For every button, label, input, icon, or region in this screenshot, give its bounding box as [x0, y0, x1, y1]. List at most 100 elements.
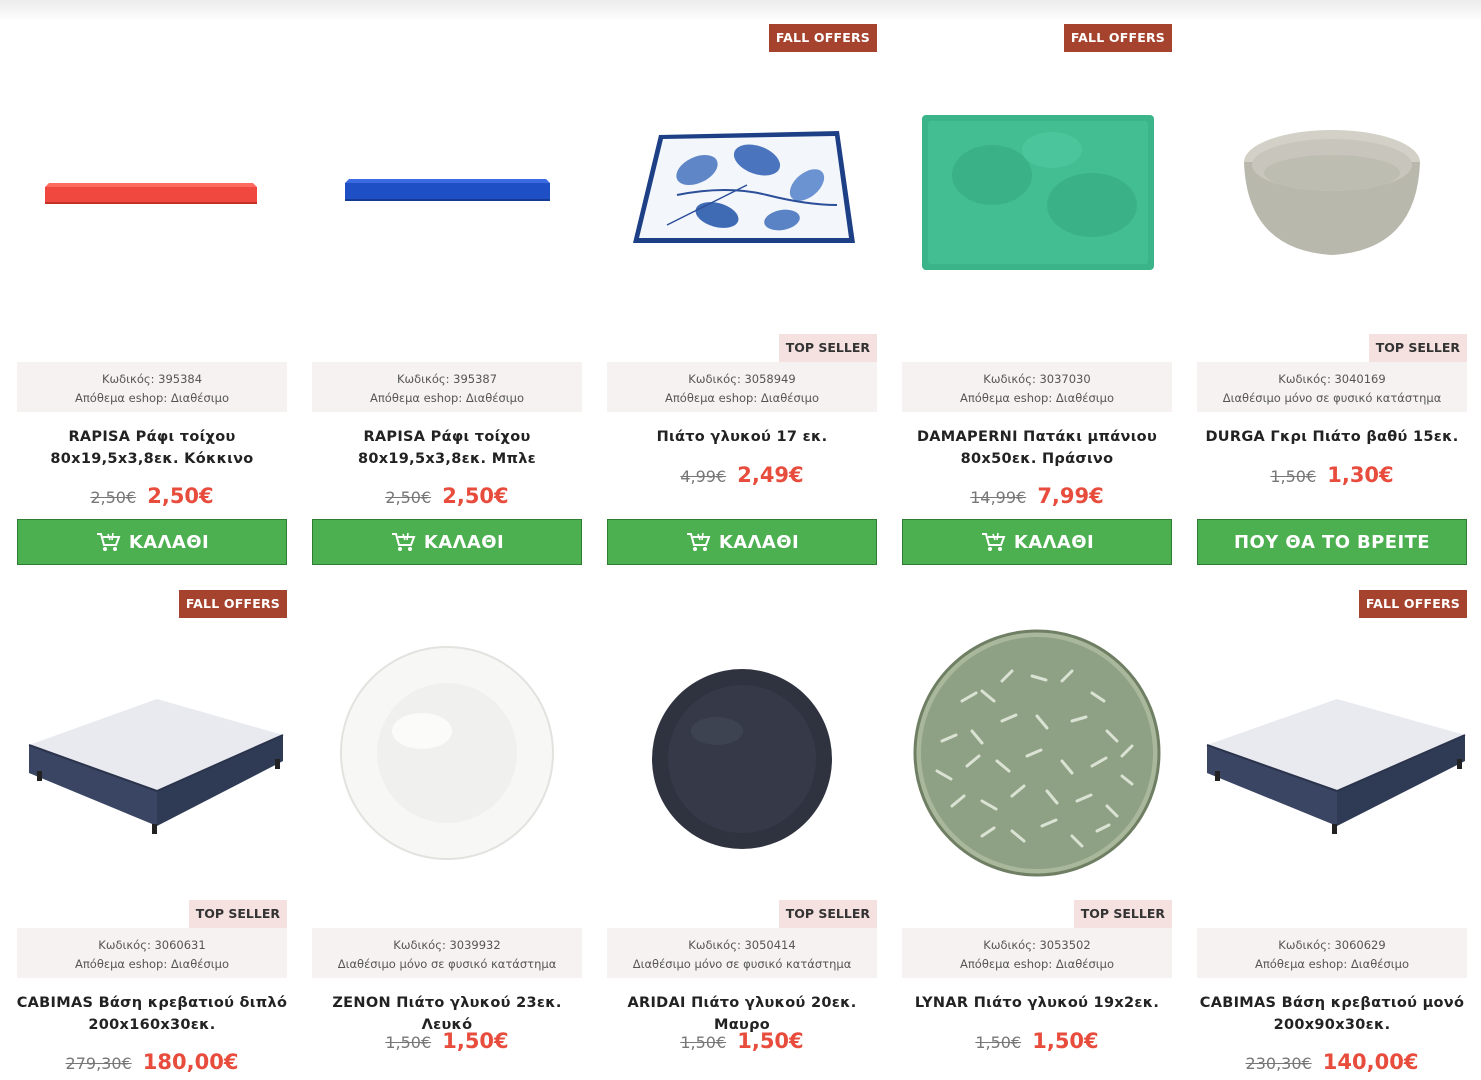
product-image-blue-shelf[interactable] — [312, 55, 582, 345]
product-image-blue-lemon-plate[interactable] — [607, 55, 877, 345]
product-image-green-bath-mat[interactable] — [902, 55, 1172, 345]
product-code: Κωδικός: 3050414 — [688, 938, 796, 952]
old-price: 1,50€ — [1270, 467, 1317, 486]
product-code: Κωδικός: 395384 — [101, 372, 203, 386]
new-price: 2,49€ — [737, 463, 804, 487]
product-image-black-plate[interactable] — [607, 621, 877, 911]
product-image-bed-base[interactable] — [17, 621, 287, 911]
old-price: 230,30€ — [1245, 1054, 1312, 1073]
product-info: Κωδικός: 3037030 Απόθεμα eshop: Διαθέσιμ… — [902, 362, 1172, 412]
stock-status: Απόθεμα eshop: Διαθέσιμο — [370, 391, 524, 405]
add-to-cart-button[interactable]: ΚΑΛΑΘΙ — [902, 519, 1172, 565]
new-price: 1,50€ — [737, 1029, 804, 1053]
product-title[interactable]: DAMAPERNI Πατάκι μπάνιου 80x50εκ. Πράσιν… — [896, 426, 1178, 470]
product-image-red-shelf[interactable] — [17, 55, 287, 345]
product-info: Κωδικός: 3060629 Απόθεμα eshop: Διαθέσιμ… — [1197, 928, 1467, 978]
product-title[interactable]: CABIMAS Βάση κρεβατιού μονό 200x90x30εκ. — [1191, 992, 1473, 1036]
product-title-line1[interactable]: LYNAR Πιάτο γλυκού 19x2εκ. — [896, 992, 1178, 1014]
product-title-line1[interactable]: RAPISA Ράφι τοίχου — [306, 426, 588, 448]
product-code: Κωδικός: 3058949 — [688, 372, 796, 386]
product-title[interactable]: RAPISA Ράφι τοίχου 80x19,5x3,8εκ. Κόκκιν… — [11, 426, 293, 470]
product-title[interactable]: LYNAR Πιάτο γλυκού 19x2εκ. — [896, 992, 1178, 1014]
product-title-line2[interactable]: 80x19,5x3,8εκ. Μπλε — [306, 448, 588, 470]
price-block: 2,50€ 2,50€ — [17, 484, 287, 508]
fall-offers-badge: FALL OFFERS — [1063, 24, 1172, 52]
stock-status: Διαθέσιμο μόνο σε φυσικό κατάστημα — [337, 957, 557, 971]
product-title[interactable]: Πιάτο γλυκού 17 εκ. — [601, 426, 883, 448]
product-title-line1[interactable]: Πιάτο γλυκού 17 εκ. — [601, 426, 883, 448]
product-code: Κωδικός: 3053502 — [983, 938, 1091, 952]
cart-icon — [685, 531, 711, 553]
product-image-green-leaf-plate[interactable] — [902, 621, 1172, 911]
price-block: 230,30€ 140,00€ — [1197, 1050, 1467, 1074]
product-grid: Κωδικός: 395384 Απόθεμα eshop: Διαθέσιμο… — [0, 0, 1481, 1080]
product-code: Κωδικός: 395387 — [396, 372, 498, 386]
old-price: 279,30€ — [65, 1054, 132, 1073]
add-to-cart-button[interactable]: ΚΑΛΑΘΙ — [17, 519, 287, 565]
product-title-line2[interactable]: 80x50εκ. Πράσινο — [896, 448, 1178, 470]
product-title-line1[interactable]: DURGA Γκρι Πιάτο βαθύ 15εκ. — [1191, 426, 1473, 448]
product-code: Κωδικός: 3037030 — [983, 372, 1091, 386]
product-image-white-plate[interactable] — [312, 621, 582, 911]
product-title-line2[interactable]: 200x90x30εκ. — [1191, 1014, 1473, 1036]
add-to-cart-label: ΚΑΛΑΘΙ — [423, 531, 505, 553]
product-info: Κωδικός: 395387 Απόθεμα eshop: Διαθέσιμο — [312, 362, 582, 412]
price-block: 1,50€ 1,50€ — [607, 1029, 877, 1053]
product-info: Κωδικός: 3040169 Διαθέσιμο μόνο σε φυσικ… — [1197, 362, 1467, 412]
top-seller-badge: TOP SELLER — [188, 900, 287, 928]
cart-icon — [980, 531, 1006, 553]
stock-status: Απόθεμα eshop: Διαθέσιμο — [665, 391, 819, 405]
top-seller-badge: TOP SELLER — [778, 334, 877, 362]
top-seller-badge: TOP SELLER — [1073, 900, 1172, 928]
price-block: 4,99€ 2,49€ — [607, 463, 877, 487]
product-image-bed-base[interactable] — [1197, 621, 1467, 911]
product-info: Κωδικός: 3050414 Διαθέσιμο μόνο σε φυσικ… — [607, 928, 877, 978]
new-price: 1,30€ — [1327, 463, 1394, 487]
find-in-store-button[interactable]: ΠΟΥ ΘΑ ΤΟ ΒΡΕΙΤΕ — [1197, 519, 1467, 565]
product-code: Κωδικός: 3060631 — [98, 938, 206, 952]
old-price: 14,99€ — [970, 488, 1027, 507]
product-title-line2[interactable]: 200x160x30εκ. — [11, 1014, 293, 1036]
product-image-grey-bowl[interactable] — [1197, 55, 1467, 345]
price-block: 1,50€ 1,50€ — [312, 1029, 582, 1053]
product-title-line1[interactable]: CABIMAS Βάση κρεβατιού διπλό — [11, 992, 293, 1014]
product-code: Κωδικός: 3040169 — [1278, 372, 1386, 386]
new-price: 140,00€ — [1322, 1050, 1419, 1074]
add-to-cart-label: ΚΑΛΑΘΙ — [718, 531, 800, 553]
product-info: Κωδικός: 3039932 Διαθέσιμο μόνο σε φυσικ… — [312, 928, 582, 978]
product-code: Κωδικός: 3060629 — [1278, 938, 1386, 952]
product-title-line1[interactable]: CABIMAS Βάση κρεβατιού μονό — [1191, 992, 1473, 1014]
stock-status: Απόθεμα eshop: Διαθέσιμο — [75, 391, 229, 405]
new-price: 1,50€ — [442, 1029, 509, 1053]
fall-offers-badge: FALL OFFERS — [178, 590, 287, 618]
product-title-line2[interactable]: 80x19,5x3,8εκ. Κόκκινο — [11, 448, 293, 470]
product-title-line1[interactable]: RAPISA Ράφι τοίχου — [11, 426, 293, 448]
stock-status: Διαθέσιμο μόνο σε φυσικό κατάστημα — [632, 957, 852, 971]
new-price: 180,00€ — [142, 1050, 239, 1074]
top-seller-badge: TOP SELLER — [1368, 334, 1467, 362]
price-block: 279,30€ 180,00€ — [17, 1050, 287, 1074]
add-to-cart-button[interactable]: ΚΑΛΑΘΙ — [607, 519, 877, 565]
add-to-cart-button[interactable]: ΚΑΛΑΘΙ — [312, 519, 582, 565]
product-code: Κωδικός: 3039932 — [393, 938, 501, 952]
price-block: 14,99€ 7,99€ — [902, 484, 1172, 508]
add-to-cart-label: ΚΑΛΑΘΙ — [1013, 531, 1095, 553]
product-title[interactable]: DURGA Γκρι Πιάτο βαθύ 15εκ. — [1191, 426, 1473, 448]
new-price: 1,50€ — [1032, 1029, 1099, 1053]
cart-icon — [95, 531, 121, 553]
old-price: 1,50€ — [680, 1033, 727, 1052]
cart-icon — [390, 531, 416, 553]
product-title[interactable]: RAPISA Ράφι τοίχου 80x19,5x3,8εκ. Μπλε — [306, 426, 588, 470]
new-price: 2,50€ — [442, 484, 509, 508]
product-title[interactable]: CABIMAS Βάση κρεβατιού διπλό 200x160x30ε… — [11, 992, 293, 1036]
old-price: 4,99€ — [680, 467, 727, 486]
new-price: 2,50€ — [147, 484, 214, 508]
price-block: 1,50€ 1,30€ — [1197, 463, 1467, 487]
product-info: Κωδικός: 3053502 Απόθεμα eshop: Διαθέσιμ… — [902, 928, 1172, 978]
product-info: Κωδικός: 3058949 Απόθεμα eshop: Διαθέσιμ… — [607, 362, 877, 412]
stock-status: Απόθεμα eshop: Διαθέσιμο — [960, 391, 1114, 405]
price-block: 2,50€ 2,50€ — [312, 484, 582, 508]
product-title-line1[interactable]: DAMAPERNI Πατάκι μπάνιου — [896, 426, 1178, 448]
fall-offers-badge: FALL OFFERS — [1358, 590, 1467, 618]
stock-status: Απόθεμα eshop: Διαθέσιμο — [75, 957, 229, 971]
